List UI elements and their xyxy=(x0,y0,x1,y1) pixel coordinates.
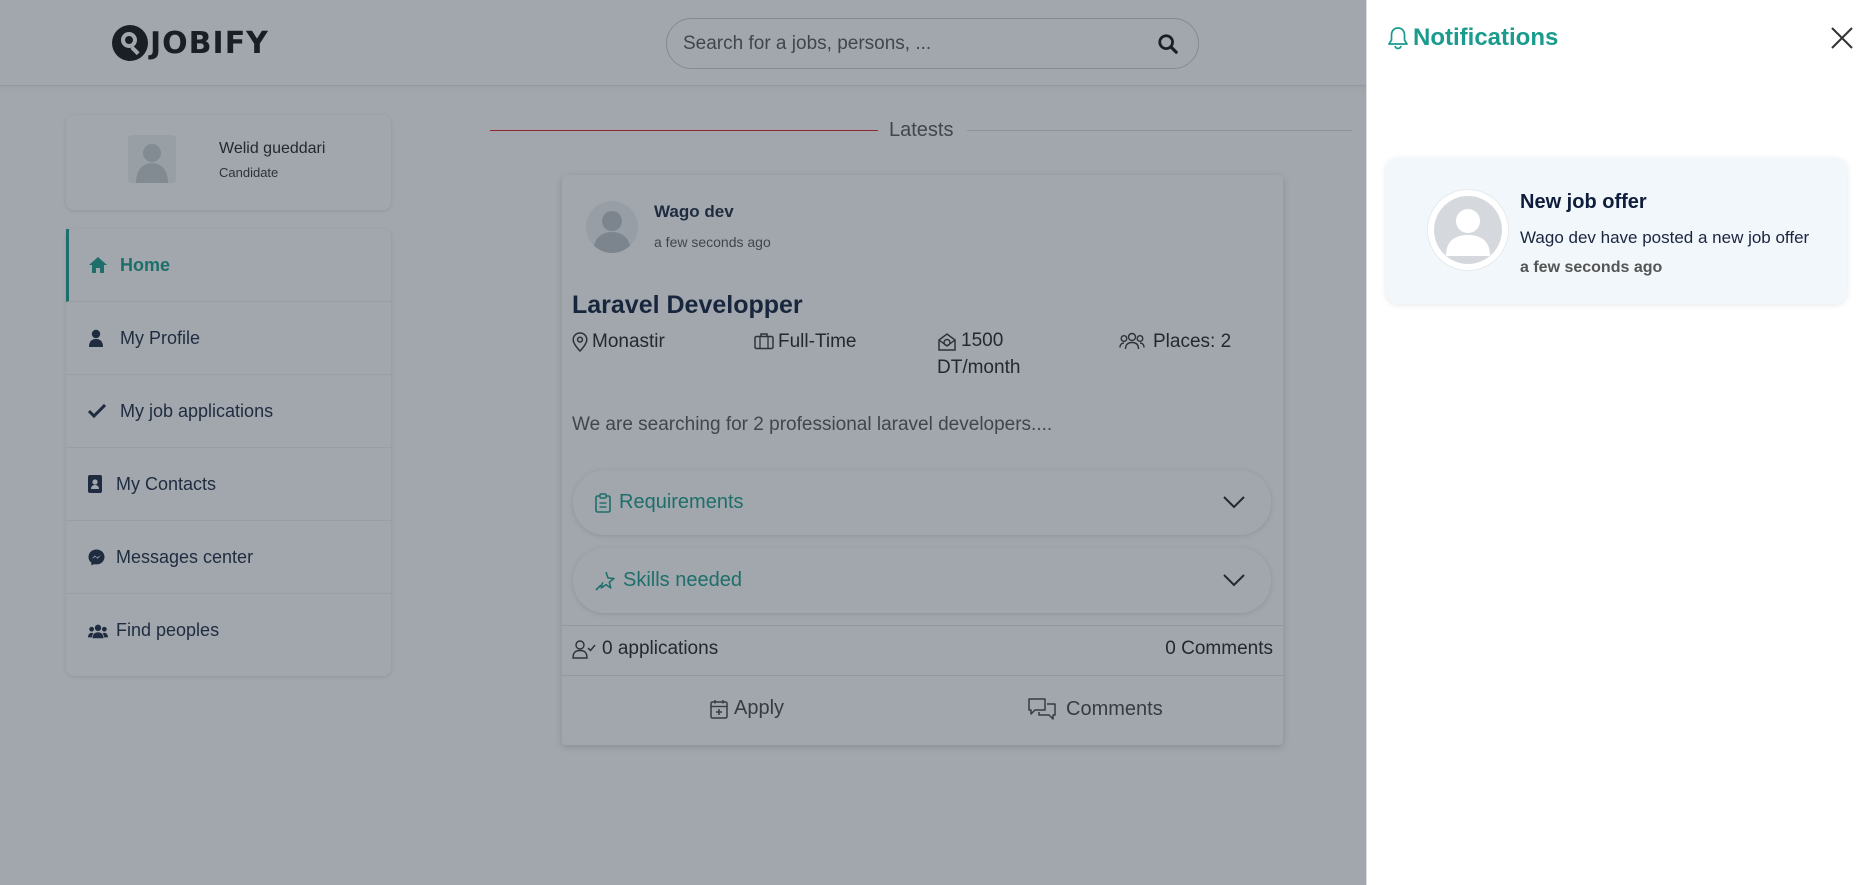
notifications-title: Notifications xyxy=(1413,24,1559,51)
notification-time: a few seconds ago xyxy=(1520,259,1663,276)
notification-body: Wago dev have posted a new job offer xyxy=(1520,228,1810,247)
notification-item[interactable]: New job offer Wago dev have posted a new… xyxy=(1386,158,1847,304)
bell-icon xyxy=(1387,26,1409,50)
notifications-panel: Notifications New job offer Wago dev hav… xyxy=(1366,0,1866,885)
notifications-header: Notifications xyxy=(1387,24,1558,52)
notification-avatar xyxy=(1428,190,1508,270)
modal-backdrop[interactable] xyxy=(0,0,1366,885)
user-placeholder-icon xyxy=(1434,196,1502,264)
close-icon xyxy=(1831,27,1853,49)
notification-title: New job offer xyxy=(1520,191,1647,213)
close-button[interactable] xyxy=(1829,26,1855,52)
